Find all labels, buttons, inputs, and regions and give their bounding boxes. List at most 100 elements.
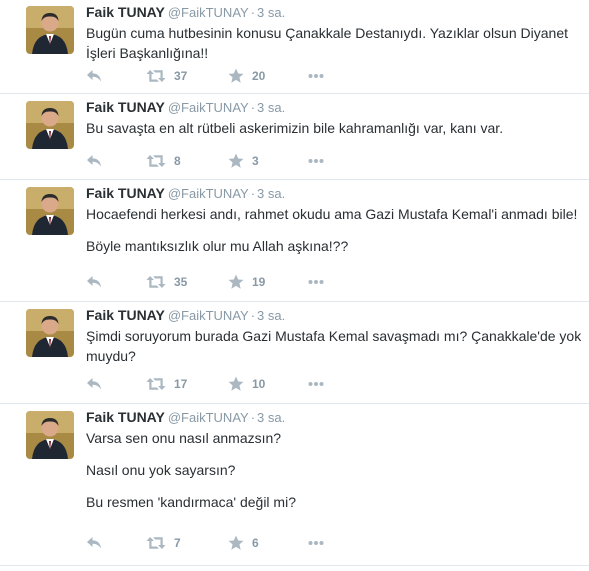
tweet-actions: 83 xyxy=(86,151,324,171)
retweet-icon xyxy=(146,537,166,549)
tweet-content: Faik TUNAY @FaikTUNAY · 3 sa. Şimdi soruyoru… xyxy=(86,306,585,366)
retweet-button[interactable]: 17 xyxy=(146,374,228,394)
tweet[interactable]: Faik TUNAY @FaikTUNAY · 3 sa. Bugün cuma hut… xyxy=(0,0,589,94)
more-options-icon xyxy=(308,159,324,163)
favorite-button[interactable]: 6 xyxy=(228,533,308,553)
tweet-content: Faik TUNAY @FaikTUNAY · 3 sa. Bugün cuma hut… xyxy=(86,3,585,63)
star-icon xyxy=(228,153,244,168)
tweet-timestamp[interactable]: 3 sa. xyxy=(257,5,285,20)
reply-icon xyxy=(87,155,101,167)
more-options-icon xyxy=(308,280,324,284)
author-username[interactable]: @FaikTUNAY xyxy=(168,100,249,115)
avatar[interactable] xyxy=(26,411,74,459)
favorite-button[interactable]: 19 xyxy=(228,272,308,292)
tweet-timestamp[interactable]: 3 sa. xyxy=(257,308,285,323)
favorite-count: 3 xyxy=(252,154,259,168)
tweet[interactable]: Faik TUNAY @FaikTUNAY · 3 sa. Bu savaşta en … xyxy=(0,95,589,180)
author-fullname[interactable]: Faik TUNAY xyxy=(86,99,165,115)
tweet-timestamp[interactable]: 3 sa. xyxy=(257,410,285,425)
reply-button[interactable] xyxy=(86,374,146,394)
tweet[interactable]: Faik TUNAY @FaikTUNAY · 3 sa. Varsa sen onu … xyxy=(0,405,589,566)
more-options-button[interactable] xyxy=(308,533,324,553)
tweet-text: Hocaefendi herkesi andı, rahmet okudu am… xyxy=(86,204,585,256)
author-username[interactable]: @FaikTUNAY xyxy=(168,410,249,425)
tweet-content: Faik TUNAY @FaikTUNAY · 3 sa. Hocaefendi her… xyxy=(86,184,585,256)
reply-button[interactable] xyxy=(86,272,146,292)
retweet-icon xyxy=(146,276,166,288)
favorite-count: 19 xyxy=(252,275,266,289)
tweet-timestamp[interactable]: 3 sa. xyxy=(257,100,285,115)
avatar[interactable] xyxy=(26,309,74,357)
retweet-count: 8 xyxy=(174,154,181,168)
author-fullname[interactable]: Faik TUNAY xyxy=(86,307,165,323)
tweet-header: Faik TUNAY @FaikTUNAY · 3 sa. xyxy=(86,408,585,426)
retweet-button[interactable]: 7 xyxy=(146,533,228,553)
author-fullname[interactable]: Faik TUNAY xyxy=(86,4,165,20)
favorite-button[interactable]: 10 xyxy=(228,374,308,394)
favorite-count: 20 xyxy=(252,69,266,83)
retweet-button[interactable]: 8 xyxy=(146,151,228,171)
reply-icon xyxy=(87,276,101,288)
star-icon xyxy=(228,68,244,83)
reply-icon xyxy=(87,537,101,549)
tweet-timestamp[interactable]: 3 sa. xyxy=(257,186,285,201)
tweet-text: Şimdi soruyorum burada Gazi Mustafa Kema… xyxy=(86,326,585,366)
tweet[interactable]: Faik TUNAY @FaikTUNAY · 3 sa. Şimdi soruyoru… xyxy=(0,303,589,404)
tweet-actions: 17 10 xyxy=(86,374,324,394)
star-icon xyxy=(228,535,244,550)
tweet-text-line: Şimdi soruyorum burada Gazi Mustafa Kema… xyxy=(86,328,582,364)
retweet-icon xyxy=(146,70,166,82)
star-icon xyxy=(228,274,244,289)
retweet-button[interactable]: 37 xyxy=(146,66,228,86)
reply-icon xyxy=(87,70,101,82)
separator-dot: · xyxy=(250,308,256,323)
author-fullname[interactable]: Faik TUNAY xyxy=(86,185,165,201)
retweet-count: 17 xyxy=(174,377,188,391)
more-options-button[interactable] xyxy=(308,272,324,292)
reply-button[interactable] xyxy=(86,533,146,553)
author-fullname[interactable]: Faik TUNAY xyxy=(86,409,165,425)
tweet-header: Faik TUNAY @FaikTUNAY · 3 sa. xyxy=(86,184,585,202)
tweet-text-line: Varsa sen onu nasıl anmazsın? xyxy=(86,430,282,446)
star-icon xyxy=(228,376,244,391)
tweet-timeline: Faik TUNAY @FaikTUNAY · 3 sa. Bugün cuma hut… xyxy=(0,0,589,571)
retweet-count: 35 xyxy=(174,275,188,289)
tweet-actions: 37 20 xyxy=(86,66,324,86)
tweet[interactable]: Faik TUNAY @FaikTUNAY · 3 sa. Hocaefendi her… xyxy=(0,181,589,302)
separator-dot: · xyxy=(250,410,256,425)
avatar[interactable] xyxy=(26,187,74,235)
tweet-text-line: Hocaefendi herkesi andı, rahmet okudu am… xyxy=(86,206,578,222)
more-options-button[interactable] xyxy=(308,151,324,171)
reply-button[interactable] xyxy=(86,151,146,171)
tweet-content: Faik TUNAY @FaikTUNAY · 3 sa. Bu savaşta en … xyxy=(86,98,585,138)
favorite-button[interactable]: 20 xyxy=(228,66,308,86)
tweet-actions: 76 xyxy=(86,533,324,553)
tweet-text-line: Bu savaşta en alt rütbeli askerimizin bi… xyxy=(86,120,504,136)
more-options-icon xyxy=(308,74,324,78)
tweet-text: Bugün cuma hutbesinin konusu Çanakkale D… xyxy=(86,23,585,63)
tweet-header: Faik TUNAY @FaikTUNAY · 3 sa. xyxy=(86,98,585,116)
separator-dot: · xyxy=(250,186,256,201)
tweet-text: Varsa sen onu nasıl anmazsın? Nasıl onu y… xyxy=(86,428,585,512)
separator-dot: · xyxy=(250,100,256,115)
tweet-text: Bu savaşta en alt rütbeli askerimizin bi… xyxy=(86,118,585,138)
more-options-button[interactable] xyxy=(308,374,324,394)
tweet-text-line: Nasıl onu yok sayarsın? xyxy=(86,462,236,478)
author-username[interactable]: @FaikTUNAY xyxy=(168,308,249,323)
tweet-header: Faik TUNAY @FaikTUNAY · 3 sa. xyxy=(86,3,585,21)
tweet-text-line: Böyle mantıksızlık olur mu Allah aşkına!… xyxy=(86,238,349,254)
retweet-icon xyxy=(146,378,166,390)
avatar[interactable] xyxy=(26,101,74,149)
tweet-text-line: Bugün cuma hutbesinin konusu Çanakkale D… xyxy=(86,25,568,61)
author-username[interactable]: @FaikTUNAY xyxy=(168,5,249,20)
tweet-header: Faik TUNAY @FaikTUNAY · 3 sa. xyxy=(86,306,585,324)
tweet-actions: 35 19 xyxy=(86,272,324,292)
reply-icon xyxy=(87,378,101,390)
retweet-button[interactable]: 35 xyxy=(146,272,228,292)
favorite-button[interactable]: 3 xyxy=(228,151,308,171)
author-username[interactable]: @FaikTUNAY xyxy=(168,186,249,201)
reply-button[interactable] xyxy=(86,66,146,86)
avatar[interactable] xyxy=(26,6,74,54)
more-options-button[interactable] xyxy=(308,66,324,86)
favorite-count: 10 xyxy=(252,377,266,391)
